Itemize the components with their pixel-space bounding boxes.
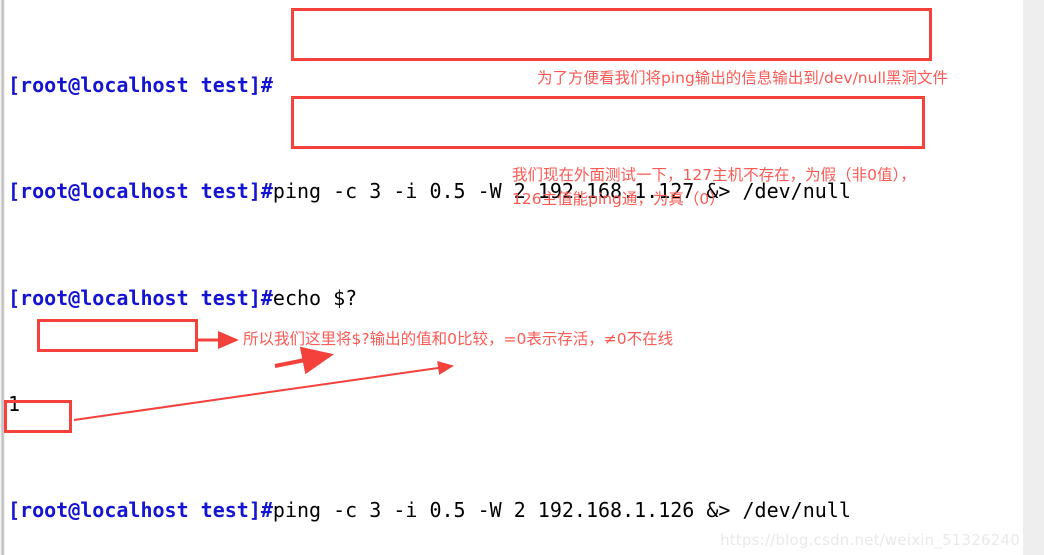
exit-status-output-1: 1	[8, 391, 21, 416]
terminal-screenshot: [root@localhost test]# [root@localhost t…	[0, 0, 1044, 555]
annotation-dev-null-note: 为了方便看我们将ping输出的信息输出到/dev/null黑洞文件	[537, 69, 949, 87]
left-border-rule	[0, 0, 5, 555]
annotation-host-test-note-line2: 126主值能ping通，为真（0）	[512, 190, 725, 208]
shell-prompt: [root@localhost test]#	[8, 72, 273, 97]
command-echo-status-1: echo $?	[272, 285, 358, 310]
shell-prompt: [root@localhost test]#	[8, 498, 273, 523]
terminal-line-output-1: 1	[8, 391, 1018, 418]
terminal-line-echo-status-1: [root@localhost test]#echo $?	[8, 285, 1018, 312]
annotation-host-test-note-line1: 我们现在外面测试一下，127主机不存在，为假（非0值），	[512, 166, 916, 184]
right-gutter	[1023, 0, 1044, 555]
command-ping-126: ping -c 3 -i 0.5 -W 2 192.168.1.126 &> /…	[272, 498, 851, 523]
watermark-url: https://blog.csdn.net/weixin_51326240	[720, 531, 1020, 549]
shell-prompt: [root@localhost test]#	[8, 285, 273, 310]
terminal-line-ping-126: [root@localhost test]#ping -c 3 -i 0.5 -…	[8, 497, 1018, 524]
shell-prompt: [root@localhost test]#	[8, 179, 273, 204]
annotation-compare-note: 所以我们这里将$?输出的值和0比较，=0表示存活，≠0不在线	[243, 330, 674, 348]
